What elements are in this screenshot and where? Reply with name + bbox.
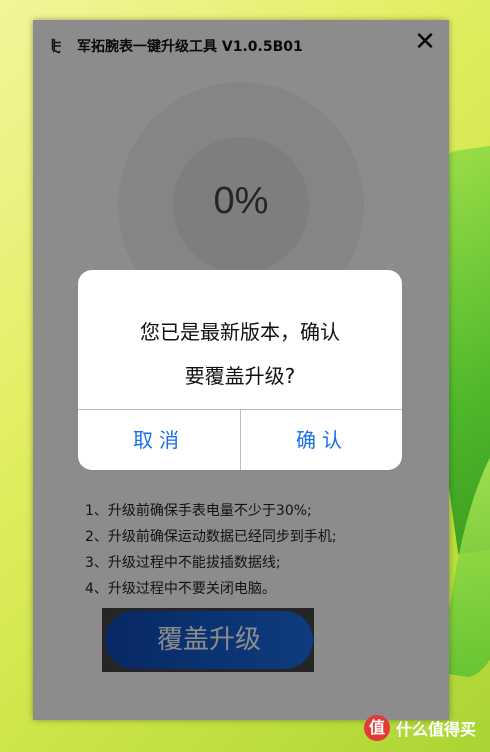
confirm-button[interactable]: 确认 [241, 410, 402, 470]
dialog-message-line: 要覆盖升级? [184, 364, 296, 388]
confirm-dialog: 您已是最新版本，确认 要覆盖升级? 取消 确认 [78, 270, 402, 470]
watermark: 值 什么值得买 [363, 714, 476, 742]
cancel-button[interactable]: 取消 [78, 410, 240, 470]
dialog-message-line: 您已是最新版本，确认 [140, 320, 340, 344]
watermark-text: 什么值得买 [395, 720, 476, 739]
dialog-message: 您已是最新版本，确认 要覆盖升级? [78, 310, 402, 398]
watermark-logo-icon: 值 [363, 715, 390, 741]
